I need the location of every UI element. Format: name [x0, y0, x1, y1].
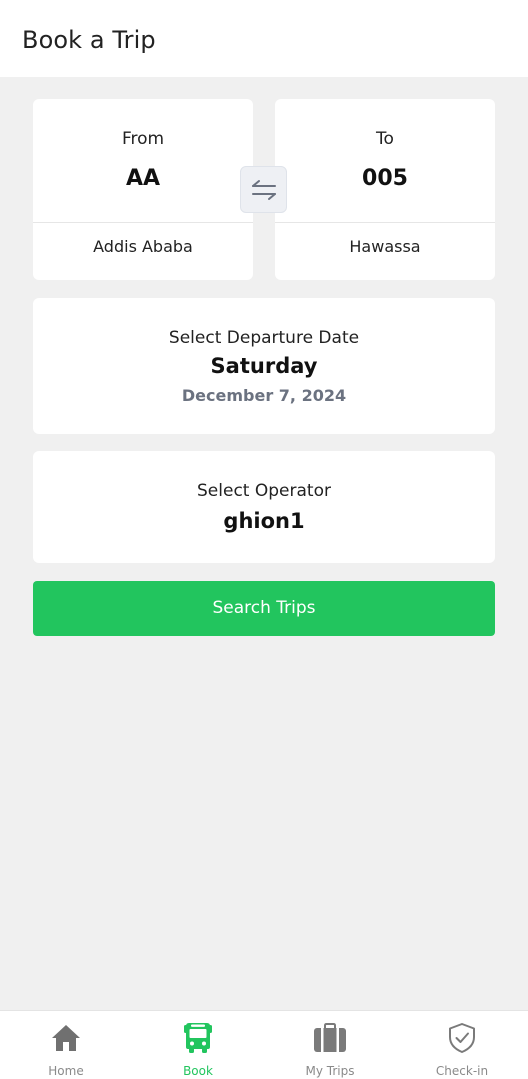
to-divider — [275, 222, 495, 223]
nav-label-check-in: Check-in — [435, 1064, 489, 1078]
nav-label-my-trips: My Trips — [305, 1064, 355, 1078]
from-label: From — [121, 129, 165, 149]
operator-label: Select Operator — [197, 481, 331, 501]
nav-item-home[interactable]: Home — [0, 1011, 132, 1079]
to-code: 005 — [362, 166, 408, 191]
from-code: AA — [125, 166, 161, 191]
bottom-nav: Home Book My Trips Check-in — [0, 1010, 528, 1079]
nav-label-home: Home — [48, 1064, 84, 1078]
swap-arrows-icon — [251, 179, 276, 200]
nav-item-book[interactable]: Book — [132, 1011, 264, 1079]
from-divider — [33, 222, 253, 223]
to-station-card[interactable]: To 005 Hawassa — [275, 99, 495, 280]
departure-date-label: Select Departure Date — [168, 328, 360, 348]
from-station-card[interactable]: From AA Addis Ababa — [33, 99, 253, 280]
page-title: Book a Trip — [22, 26, 156, 54]
operator-value: ghion1 — [223, 509, 305, 533]
swap-stations-button[interactable] — [240, 166, 287, 213]
nav-item-my-trips[interactable]: My Trips — [264, 1011, 396, 1079]
app-bar: Book a Trip — [0, 0, 528, 77]
from-city: Addis Ababa — [93, 237, 193, 256]
to-label: To — [376, 129, 394, 149]
bus-icon — [180, 1021, 216, 1055]
departure-date-card[interactable]: Select Departure Date Saturday December … — [33, 298, 495, 434]
shield-check-icon — [444, 1021, 480, 1055]
operator-card[interactable]: Select Operator ghion1 — [33, 451, 495, 563]
briefcase-icon — [312, 1021, 348, 1055]
nav-item-check-in[interactable]: Check-in — [396, 1011, 528, 1079]
departure-date: December 7, 2024 — [181, 386, 347, 405]
nav-label-book: Book — [183, 1064, 213, 1078]
to-city: Hawassa — [349, 237, 421, 256]
home-icon — [48, 1021, 84, 1055]
departure-day: Saturday — [210, 354, 318, 378]
search-trips-button[interactable]: Search Trips — [33, 581, 495, 636]
app-root: Book a Trip From AA Addis Ababa To 005 H… — [0, 0, 528, 1079]
